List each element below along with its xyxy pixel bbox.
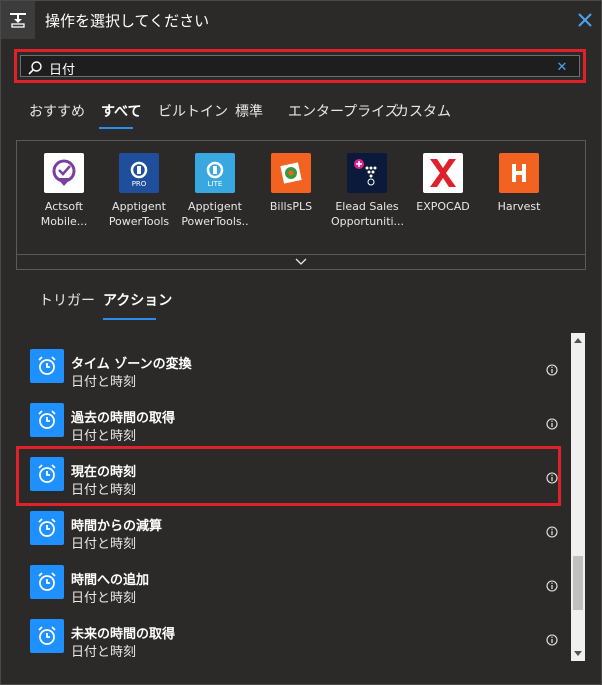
alarm-clock-icon bbox=[30, 619, 64, 653]
alarm-clock-icon bbox=[30, 349, 64, 383]
action-subtitle: 日付と時刻 bbox=[71, 375, 137, 390]
tab-standard[interactable]: 標準 bbox=[235, 101, 263, 121]
info-icon[interactable] bbox=[546, 631, 558, 646]
apptigent-pro-logo-icon: PRO bbox=[119, 153, 159, 193]
actsoft-logo-icon bbox=[44, 153, 84, 193]
panel-header: 操作を選択してください bbox=[1, 1, 601, 39]
action-item-get-past-time[interactable]: 過去の時間の取得 日付と時刻 bbox=[16, 397, 566, 451]
action-subtitle: 日付と時刻 bbox=[71, 591, 137, 606]
action-list: タイム ゾーンの変換 日付と時刻 過去の時間の取得 日付と時刻 現在の時刻 日付… bbox=[16, 333, 586, 663]
action-title: 時間への追加 bbox=[71, 573, 150, 588]
search-box-highlight: ✕ bbox=[14, 49, 586, 83]
tab-all[interactable]: すべて bbox=[101, 101, 141, 121]
close-icon[interactable] bbox=[575, 10, 595, 30]
scrollbar-thumb[interactable] bbox=[573, 556, 583, 610]
expocad-logo-icon bbox=[423, 153, 463, 193]
panel-title: 操作を選択してください bbox=[45, 12, 210, 30]
tab-builtin[interactable]: ビルトイン bbox=[158, 101, 228, 121]
info-icon[interactable] bbox=[546, 469, 558, 484]
svg-text:LITE: LITE bbox=[208, 180, 223, 188]
alarm-clock-icon bbox=[30, 403, 64, 437]
tab-recommended[interactable]: おすすめ bbox=[29, 101, 85, 121]
action-title: 未来の時間の取得 bbox=[71, 627, 176, 642]
flow-step-icon bbox=[1, 1, 35, 39]
action-item-add-to-time[interactable]: 時間への追加 日付と時刻 bbox=[16, 559, 566, 613]
clear-search-icon[interactable]: ✕ bbox=[555, 59, 569, 77]
action-title: タイム ゾーンの変換 bbox=[71, 357, 192, 372]
action-title: 過去の時間の取得 bbox=[71, 411, 176, 426]
tab-enterprise[interactable]: エンタープライズ bbox=[288, 101, 399, 121]
search-icon bbox=[27, 60, 43, 76]
info-icon[interactable] bbox=[546, 415, 558, 430]
apptigent-lite-logo-icon: LITE bbox=[195, 153, 235, 193]
scroll-up-icon[interactable] bbox=[571, 333, 585, 347]
billspls-logo-icon bbox=[271, 153, 311, 193]
connector-billspls[interactable]: BillsPLS bbox=[255, 153, 327, 214]
action-title: 現在の時刻 bbox=[71, 465, 137, 480]
alarm-clock-icon bbox=[30, 457, 64, 491]
scroll-down-icon[interactable] bbox=[571, 647, 585, 661]
action-subtitle: 日付と時刻 bbox=[71, 537, 137, 552]
connector-expocad[interactable]: EXPOCAD bbox=[407, 153, 479, 214]
tab-triggers[interactable]: トリガー bbox=[39, 290, 95, 310]
info-icon[interactable] bbox=[546, 361, 558, 376]
search-input[interactable] bbox=[49, 58, 549, 78]
connector-apptigent-lite[interactable]: LITE Apptigent PowerTools.. bbox=[179, 153, 251, 229]
search-box: ✕ bbox=[20, 55, 580, 78]
connector-label: Apptigent PowerTools bbox=[108, 200, 170, 228]
alarm-clock-icon bbox=[30, 511, 64, 545]
action-subtitle: 日付と時刻 bbox=[71, 429, 137, 444]
action-subtitle: 日付と時刻 bbox=[71, 483, 137, 498]
action-title: 時間からの減算 bbox=[71, 519, 163, 534]
harvest-logo-icon bbox=[499, 153, 539, 193]
action-picker-panel: 操作を選択してください ✕ おすすめ すべて ビルトイン 標準 エンター bbox=[0, 0, 602, 685]
connector-grid: Actsoft Mobile... PRO Apptigent PowerToo… bbox=[16, 140, 586, 270]
connector-label: Elead Sales Opportuniti... bbox=[331, 200, 405, 228]
connector-label: Apptigent PowerTools.. bbox=[181, 200, 249, 228]
action-subtitle: 日付と時刻 bbox=[71, 645, 137, 660]
connector-label: Harvest bbox=[497, 200, 541, 213]
connector-label: EXPOCAD bbox=[416, 200, 470, 213]
tab-actions[interactable]: アクション bbox=[103, 290, 172, 310]
elead-logo-icon bbox=[347, 153, 387, 193]
action-item-convert-timezone[interactable]: タイム ゾーンの変換 日付と時刻 bbox=[16, 343, 566, 397]
active-subtab-underline bbox=[103, 318, 156, 320]
tab-custom[interactable]: カスタム bbox=[395, 101, 451, 121]
chevron-down-icon bbox=[295, 258, 307, 265]
svg-text:PRO: PRO bbox=[132, 180, 147, 188]
action-item-get-future-time[interactable]: 未来の時間の取得 日付と時刻 bbox=[16, 613, 566, 663]
active-tab-underline bbox=[99, 127, 133, 129]
info-icon[interactable] bbox=[546, 523, 558, 538]
connector-label: Actsoft Mobile... bbox=[40, 200, 88, 228]
action-item-current-time[interactable]: 現在の時刻 日付と時刻 bbox=[16, 451, 566, 505]
info-icon[interactable] bbox=[546, 577, 558, 592]
connector-actsoft[interactable]: Actsoft Mobile... bbox=[28, 153, 100, 229]
alarm-clock-icon bbox=[30, 565, 64, 599]
connector-apptigent-pro[interactable]: PRO Apptigent PowerTools bbox=[103, 153, 175, 229]
connector-label: BillsPLS bbox=[269, 200, 313, 213]
list-scrollbar[interactable] bbox=[571, 333, 585, 661]
expand-connectors-button[interactable] bbox=[17, 254, 585, 269]
action-item-subtract-from-time[interactable]: 時間からの減算 日付と時刻 bbox=[16, 505, 566, 559]
connector-elead[interactable]: Elead Sales Opportuniti... bbox=[331, 153, 405, 229]
connector-harvest[interactable]: Harvest bbox=[483, 153, 555, 214]
